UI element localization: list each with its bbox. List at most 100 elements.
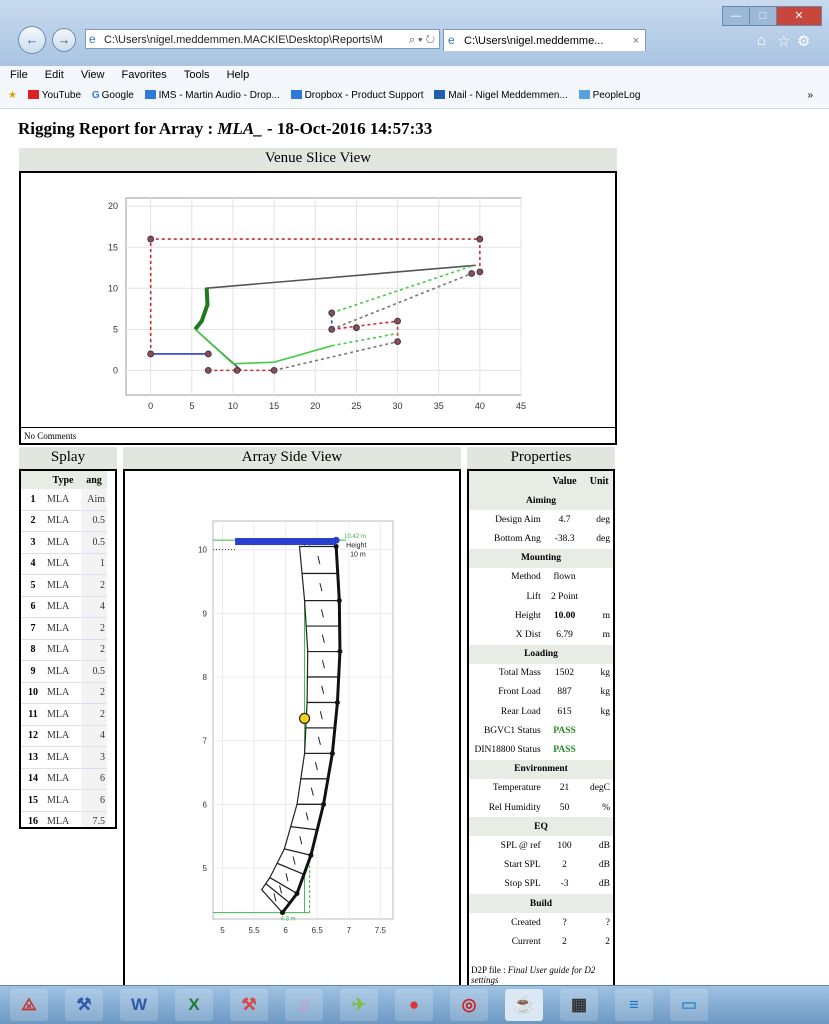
props-unit: dB bbox=[598, 860, 610, 871]
props-key: Total Mass bbox=[498, 668, 541, 679]
table-row: Current 2 2 bbox=[469, 932, 613, 951]
props-key: Temperature bbox=[492, 783, 541, 794]
props-unit: % bbox=[602, 802, 610, 813]
display-icon[interactable]: ≡ bbox=[615, 989, 653, 1021]
venue-y-tick-label: 0 bbox=[113, 365, 118, 375]
menu-file[interactable]: File bbox=[10, 69, 28, 81]
word-icon[interactable]: W bbox=[120, 989, 158, 1021]
favorites-bar: ★ YouTube G Google IMS - Martin Audio - D… bbox=[0, 84, 829, 109]
splay-index: 8 bbox=[21, 639, 45, 661]
chrome-icon[interactable]: ● bbox=[395, 989, 433, 1021]
table-row: Design Aim 4.7 deg bbox=[469, 510, 613, 529]
gear-icon[interactable]: ⚙ bbox=[797, 32, 810, 50]
props-value: 2 Point bbox=[550, 591, 579, 602]
splay-angle: 7.5 bbox=[81, 811, 107, 827]
fav-google[interactable]: G Google bbox=[92, 84, 134, 108]
excel-icon[interactable]: X bbox=[175, 989, 213, 1021]
array-side-chart: 5 5.5 6 6.5 7 7.5 5 6 7 8 9 10 10.42 m Height 10 m 4.3 … bbox=[198, 520, 394, 935]
table-row: Rear Load 615 kg bbox=[469, 702, 613, 721]
venue-point-marker bbox=[476, 268, 484, 276]
tab-close-icon[interactable]: × bbox=[633, 30, 639, 51]
splay-angle: 0.5 bbox=[81, 531, 107, 554]
fav-ims[interactable]: IMS - Martin Audio - Drop... bbox=[144, 84, 280, 108]
table-row: 12 MLA 4 bbox=[21, 725, 107, 747]
maximize-button[interactable]: □ bbox=[749, 6, 777, 26]
address-controls[interactable]: ⌕ ▾ ↻ bbox=[409, 30, 435, 48]
menu-help[interactable]: Help bbox=[227, 69, 250, 81]
table-row: Temperature 21 degC bbox=[469, 779, 613, 798]
splay-index: 12 bbox=[21, 725, 45, 747]
menu-edit[interactable]: Edit bbox=[45, 69, 64, 81]
menu-view[interactable]: View bbox=[81, 69, 105, 81]
props-section-title: Loading bbox=[469, 644, 613, 664]
fav-dropbox[interactable]: Dropbox - Product Support bbox=[290, 84, 424, 108]
java-icon[interactable]: ☕ bbox=[505, 989, 543, 1021]
props-key: BGVC1 Status bbox=[483, 725, 541, 736]
table-row: Height 10.00 m bbox=[469, 606, 613, 625]
venue-x-tick-label: 10 bbox=[228, 401, 238, 411]
toolbox-icon[interactable]: ⚒ bbox=[230, 989, 268, 1021]
splay-angle: 6 bbox=[81, 768, 107, 790]
props-unit: 2 bbox=[605, 936, 610, 947]
martin-icon[interactable]: ✈ bbox=[340, 989, 378, 1021]
fav-youtube[interactable]: YouTube bbox=[27, 84, 81, 108]
splay-index: 16 bbox=[21, 811, 45, 827]
props-value: PASS bbox=[553, 745, 576, 756]
tab-report[interactable]: e C:\Users\nigel.meddemme... × bbox=[443, 29, 646, 51]
splay-angle: Aim bbox=[81, 489, 107, 511]
venue-x-tick-label: 5 bbox=[189, 401, 194, 411]
layout-icon[interactable]: ▦ bbox=[560, 989, 598, 1021]
acrobat-icon[interactable]: ⨻ bbox=[10, 989, 48, 1021]
props-col-header-2: Unit bbox=[585, 471, 613, 491]
forward-icon[interactable]: → bbox=[52, 28, 76, 52]
address-bar[interactable]: e C:\Users\nigel.meddemmen.MACKIE\Deskto… bbox=[85, 29, 440, 49]
menu-tools[interactable]: Tools bbox=[184, 69, 210, 81]
props-value: 21 bbox=[559, 783, 570, 794]
table-row: 10 MLA 2 bbox=[21, 682, 107, 704]
table-row: Aiming bbox=[469, 491, 613, 511]
venue-x-tick-label: 40 bbox=[475, 401, 485, 411]
props-unit: deg bbox=[596, 514, 610, 525]
fav-mail[interactable]: Mail - Nigel Meddemmen... bbox=[434, 84, 568, 108]
menu-favorites[interactable]: Favorites bbox=[122, 69, 167, 81]
itunes-icon[interactable]: ♫ bbox=[285, 989, 323, 1021]
table-row: Build bbox=[469, 893, 613, 914]
settings-icon[interactable]: ⚒ bbox=[65, 989, 103, 1021]
splay-index: 2 bbox=[21, 510, 45, 532]
back-icon[interactable]: ← bbox=[18, 26, 46, 54]
report-page: Rigging Report for Array : MLA_ - 18-Oct… bbox=[0, 109, 829, 985]
venue-slice-chart: 0 5 10 15 20 25 30 35 40 45 0 5 10 15 20 bbox=[108, 197, 526, 411]
splay-type: MLA bbox=[45, 489, 81, 511]
browser-window: — □ ✕ ← → e C:\Users\nigel.meddemmen.MAC… bbox=[0, 0, 829, 985]
splay-heading: Splay bbox=[19, 447, 117, 469]
splay-angle: 0.5 bbox=[81, 660, 107, 683]
fav-peoplelog[interactable]: PeopleLog bbox=[578, 84, 640, 108]
venue-x-tick-label: 20 bbox=[310, 401, 320, 411]
splay-angle: 4 bbox=[81, 596, 107, 618]
props-value: 50 bbox=[559, 802, 570, 813]
venue-x-tick-label: 25 bbox=[351, 401, 361, 411]
star-icon[interactable]: ☆ bbox=[777, 32, 790, 50]
splay-angle: 4 bbox=[81, 725, 107, 747]
splay-index: 14 bbox=[21, 768, 45, 790]
splay-col-header-0 bbox=[21, 471, 45, 489]
table-row: 5 MLA 2 bbox=[21, 574, 107, 597]
close-button[interactable]: ✕ bbox=[776, 6, 822, 26]
table-row: 6 MLA 4 bbox=[21, 596, 107, 618]
home-icon[interactable]: ⌂ bbox=[757, 32, 766, 49]
side-x-tick-label: 5 bbox=[220, 926, 225, 935]
minimize-button[interactable]: — bbox=[722, 6, 750, 26]
rigging-pin bbox=[336, 598, 342, 604]
venue-point-marker bbox=[468, 270, 476, 277]
properties-heading: Properties bbox=[467, 447, 615, 469]
props-key: Created bbox=[511, 917, 541, 928]
table-row: Environment bbox=[469, 759, 613, 779]
bottom-dimension-label: 4.3 m bbox=[281, 917, 296, 923]
favorites-more[interactable]: » bbox=[807, 84, 813, 108]
props-key: Height bbox=[514, 610, 541, 621]
favorites-star-icon[interactable]: ★ bbox=[8, 84, 17, 108]
splay-type: MLA bbox=[45, 553, 81, 575]
antivirus-icon[interactable]: ◎ bbox=[450, 989, 488, 1021]
window-icon[interactable]: ▭ bbox=[670, 989, 708, 1021]
table-row: Total Mass 1502 kg bbox=[469, 664, 613, 683]
